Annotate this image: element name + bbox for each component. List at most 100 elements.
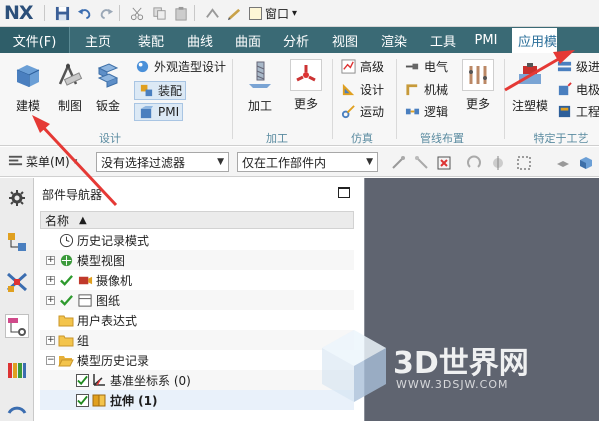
chevron-down-icon: ▼ [217,157,224,167]
selection-scope-value: 仅在工作部件内 [242,155,327,170]
tree-row-groups[interactable]: + 组 [40,330,354,350]
engineering-button[interactable]: 工程 [556,103,599,120]
divider [44,5,45,21]
assembly-navigator-icon[interactable] [5,230,29,254]
tab-view[interactable]: 视图 [320,27,370,53]
collapse-icon[interactable]: − [46,355,55,365]
tree-row-user-expressions[interactable]: 用户表达式 [40,310,354,330]
tab-pmi[interactable]: PMI [468,27,504,53]
machining-more-label[interactable]: 更多 [294,95,318,112]
modeling-button[interactable]: 建模 [8,59,48,114]
undo-icon[interactable] [75,4,93,22]
motion-button[interactable]: 运动 [340,103,384,120]
clock-icon [58,232,74,248]
expand-icon[interactable]: + [46,295,55,305]
design-simulation-button[interactable]: 设计 [340,81,384,98]
electrical-icon [404,59,420,75]
snap-point-icon[interactable] [414,155,430,171]
tree-label: 基准坐标系 (0) [110,373,191,388]
expand-icon[interactable]: + [46,335,55,345]
tab-curve[interactable]: 曲线 [176,27,224,53]
tree-row-history-mode[interactable]: 历史记录模式 [40,230,354,250]
general-snap-icon[interactable] [390,155,406,171]
menu-label: 菜单(M) [26,155,70,169]
maximize-icon[interactable] [338,187,350,198]
watermark-cube-icon [322,330,386,402]
tab-surface[interactable]: 曲面 [224,27,272,53]
redo-icon[interactable] [97,4,115,22]
routing-mechanical-button[interactable]: 机械 [404,81,448,98]
cut-icon[interactable] [128,4,146,22]
tree-row-cameras[interactable]: + 摄像机 [40,270,354,290]
tree-row-drawings[interactable]: + 图纸 [40,290,354,310]
window-menu[interactable]: 窗口 ▾ [249,5,297,22]
assemblies-button[interactable]: 装配 [134,81,187,100]
shape-studio-button[interactable]: 外观造型设计 [134,58,226,75]
machining-icon [244,59,276,91]
window-icon [249,6,262,20]
touch-mode-icon[interactable] [225,4,243,22]
mechanical-label: 机械 [424,83,449,97]
sort-ascending-icon: ▲ [79,214,87,226]
rotate-icon[interactable] [466,155,482,171]
selection-rectangle-icon[interactable] [516,155,532,171]
routing-more-icon[interactable] [462,59,494,91]
routing-electrical-button[interactable]: 电气 [404,58,448,75]
expand-icon[interactable]: + [46,255,55,265]
divider [232,59,233,139]
advanced-simulation-icon [340,59,356,75]
chevron-down-icon: ▾ [292,7,298,19]
selection-filter-select[interactable]: 没有选择过滤器 ▼ [96,152,229,172]
repeat-command-icon[interactable] [203,4,221,22]
drafting-icon [54,59,86,91]
save-icon[interactable] [53,4,71,22]
pmi-label: PMI [158,105,180,119]
gear-icon[interactable] [5,186,29,210]
sheetmetal-button[interactable]: 钣金 [88,59,128,114]
tab-tools[interactable]: 工具 [418,27,468,53]
visibility-checkbox[interactable] [76,373,89,387]
tab-analysis[interactable]: 分析 [272,27,320,53]
advanced-simulation-button[interactable]: 高级 [340,58,384,75]
expand-icon[interactable]: + [46,275,55,285]
fit-view-icon[interactable] [555,155,571,171]
select-box-icon[interactable] [436,155,452,171]
mold-wizard-icon [514,59,546,91]
menu-button[interactable]: 菜单(M) ▾ [8,153,77,171]
machining-more-icon[interactable] [290,59,322,91]
tab-application[interactable]: 应用模 [512,27,557,53]
tab-home[interactable]: 主页 [70,27,126,53]
paste-icon[interactable] [172,4,190,22]
routing-logical-button[interactable]: 逻辑 [404,103,448,120]
tree-row-model-history[interactable]: − 模型历史记录 [40,350,354,370]
drafting-button[interactable]: 制图 [50,59,90,114]
constraint-navigator-icon[interactable] [5,270,29,294]
sheetmetal-label: 钣金 [95,99,120,113]
part-navigator-icon[interactable] [5,314,29,338]
tree-row-model-views[interactable]: + 模型视图 [40,250,354,270]
mold-wizard-button[interactable]: 注塑模 [510,59,550,114]
machining-button[interactable]: 加工 [240,59,280,114]
copy-icon[interactable] [150,4,168,22]
drafting-label: 制图 [57,99,82,113]
column-header-name[interactable]: 名称 ▲ [40,211,354,229]
tab-render[interactable]: 渲染 [370,27,418,53]
selection-scope-select[interactable]: 仅在工作部件内 ▼ [237,152,378,172]
title-bar: NX 窗口 ▾ [0,0,599,27]
progressive-die-button[interactable]: 级进 [556,58,599,75]
electrode-button[interactable]: 电极 [556,81,599,98]
tree-row-extrude[interactable]: 拉伸 (1) [40,390,354,410]
tab-file[interactable]: 文件(F) [0,27,70,53]
visibility-checkbox[interactable] [76,393,89,407]
progressive-die-icon [556,59,572,75]
tab-assemblies[interactable]: 装配 [126,27,176,53]
design-simulation-icon [340,82,356,98]
web-browser-icon[interactable] [5,400,29,420]
tree-row-datum-csys[interactable]: 基准坐标系 (0) [40,370,354,390]
tree-label: 用户表达式 [77,313,138,328]
routing-more-label[interactable]: 更多 [466,95,490,112]
orient-icon[interactable] [490,155,506,171]
reuse-library-icon[interactable] [5,358,29,382]
pmi-button[interactable]: PMI [134,103,184,121]
shaded-view-icon[interactable] [578,155,594,171]
